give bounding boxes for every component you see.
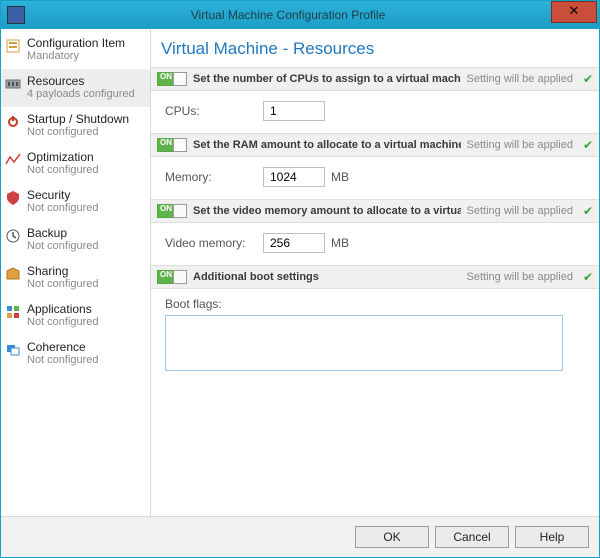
toggle-ram[interactable]: ON [157, 138, 187, 152]
titlebar[interactable]: Virtual Machine Configuration Profile ✕ [1, 1, 599, 29]
sidebar-item-label: Configuration Item [27, 37, 125, 50]
sidebar-item-applications[interactable]: Applications Not configured [1, 297, 150, 335]
power-icon [5, 114, 21, 130]
sidebar-item-label: Optimization [27, 151, 99, 164]
toggle-knob [173, 138, 187, 152]
sidebar-item-sublabel: Not configured [27, 240, 99, 253]
toggle-on-text: ON [160, 138, 172, 147]
toggle-knob [173, 270, 187, 284]
toggle-on-text: ON [160, 72, 172, 81]
video-unit: MB [331, 236, 349, 250]
sidebar-item-configuration[interactable]: Configuration Item Mandatory [1, 31, 150, 69]
section-title-boot: Additional boot settings [193, 271, 461, 283]
section-status-cpu: Setting will be applied [467, 73, 573, 85]
sidebar-item-sublabel: Not configured [27, 316, 99, 329]
sidebar-item-coherence[interactable]: Coherence Not configured [1, 335, 150, 373]
sidebar-item-sharing[interactable]: Sharing Not configured [1, 259, 150, 297]
configuration-icon [5, 38, 21, 54]
window-body: Configuration Item Mandatory Resources 4… [1, 29, 599, 516]
section-header-ram: ON Set the RAM amount to allocate to a v… [151, 133, 599, 157]
section-status-ram: Setting will be applied [467, 139, 573, 151]
boot-label: Boot flags: [165, 297, 589, 311]
section-header-cpu: ON Set the number of CPUs to assign to a… [151, 67, 599, 91]
section-status-video: Setting will be applied [467, 205, 573, 217]
ram-unit: MB [331, 170, 349, 184]
sidebar-item-label: Startup / Shutdown [27, 113, 129, 126]
ram-label: Memory: [165, 170, 257, 184]
toggle-video[interactable]: ON [157, 204, 187, 218]
section-title-video: Set the video memory amount to allocate … [193, 205, 461, 217]
ok-button[interactable]: OK [355, 526, 429, 548]
section-body-boot: Boot flags: [151, 289, 599, 384]
sidebar-item-sublabel: 4 payloads configured [27, 88, 135, 101]
sidebar-item-security[interactable]: Security Not configured [1, 183, 150, 221]
sidebar-item-label: Backup [27, 227, 99, 240]
cancel-button[interactable]: Cancel [435, 526, 509, 548]
toggle-knob [173, 72, 187, 86]
backup-icon [5, 228, 21, 244]
security-icon [5, 190, 21, 206]
ram-input[interactable] [263, 167, 325, 187]
sidebar-item-label: Sharing [27, 265, 99, 278]
check-icon: ✔ [583, 72, 593, 86]
sidebar-item-startup-shutdown[interactable]: Startup / Shutdown Not configured [1, 107, 150, 145]
help-button[interactable]: Help [515, 526, 589, 548]
close-button[interactable]: ✕ [551, 1, 597, 23]
section-header-boot: ON Additional boot settings Setting will… [151, 265, 599, 289]
section-header-video: ON Set the video memory amount to alloca… [151, 199, 599, 223]
sidebar-item-backup[interactable]: Backup Not configured [1, 221, 150, 259]
main-panel: Virtual Machine - Resources ON Set the n… [151, 29, 599, 516]
coherence-icon [5, 342, 21, 358]
check-icon: ✔ [583, 270, 593, 284]
video-input[interactable] [263, 233, 325, 253]
section-title-cpu: Set the number of CPUs to assign to a vi… [193, 73, 461, 85]
sidebar-item-optimization[interactable]: Optimization Not configured [1, 145, 150, 183]
toggle-knob [173, 204, 187, 218]
toggle-on-text: ON [160, 270, 172, 279]
section-title-ram: Set the RAM amount to allocate to a virt… [193, 139, 461, 151]
video-label: Video memory: [165, 236, 257, 250]
check-icon: ✔ [583, 138, 593, 152]
sidebar-item-label: Security [27, 189, 99, 202]
section-status-boot: Setting will be applied [467, 271, 573, 283]
resources-icon [5, 76, 21, 92]
optimization-icon [5, 152, 21, 168]
toggle-cpu[interactable]: ON [157, 72, 187, 86]
section-body-cpu: CPUs: [151, 91, 599, 133]
main-title: Virtual Machine - Resources [151, 29, 599, 67]
sharing-icon [5, 266, 21, 282]
cpu-label: CPUs: [165, 104, 257, 118]
sidebar-item-sublabel: Not configured [27, 354, 99, 367]
toggle-on-text: ON [160, 204, 172, 213]
sidebar-item-sublabel: Mandatory [27, 50, 125, 63]
sidebar-item-sublabel: Not configured [27, 164, 99, 177]
section-body-ram: Memory: MB [151, 157, 599, 199]
window-title: Virtual Machine Configuration Profile [25, 8, 551, 22]
sidebar-item-label: Resources [27, 75, 135, 88]
footer: OK Cancel Help [1, 516, 599, 557]
window: Virtual Machine Configuration Profile ✕ … [0, 0, 600, 558]
sidebar-item-label: Coherence [27, 341, 99, 354]
applications-icon [5, 304, 21, 320]
boot-flags-textarea[interactable] [165, 315, 563, 371]
toggle-boot[interactable]: ON [157, 270, 187, 284]
section-body-video: Video memory: MB [151, 223, 599, 265]
sidebar-item-sublabel: Not configured [27, 278, 99, 291]
system-menu-icon[interactable] [7, 6, 25, 24]
sidebar-item-label: Applications [27, 303, 99, 316]
sidebar-item-sublabel: Not configured [27, 126, 129, 139]
sidebar-item-sublabel: Not configured [27, 202, 99, 215]
sidebar: Configuration Item Mandatory Resources 4… [1, 29, 151, 516]
sidebar-item-resources[interactable]: Resources 4 payloads configured [1, 69, 150, 107]
check-icon: ✔ [583, 204, 593, 218]
cpu-input[interactable] [263, 101, 325, 121]
